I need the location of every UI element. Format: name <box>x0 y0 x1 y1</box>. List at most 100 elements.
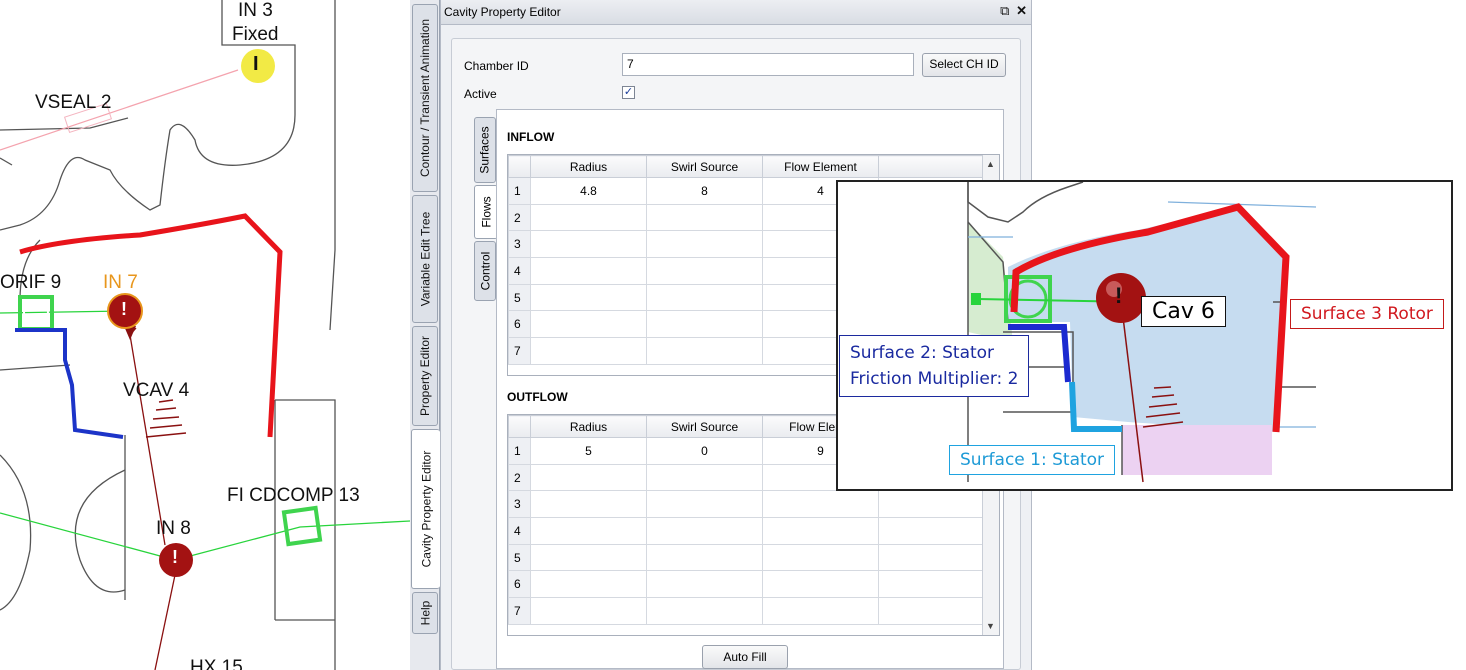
close-icon[interactable]: ✕ <box>1016 3 1027 18</box>
column-header-empty <box>878 155 985 178</box>
table-row: 6 <box>508 570 985 599</box>
restore-icon[interactable]: ⧉ <box>1000 3 1009 18</box>
radius-cell[interactable] <box>530 283 647 312</box>
radius-cell[interactable] <box>530 310 647 339</box>
select-ch-id-button[interactable]: Select CH ID <box>922 53 1006 77</box>
column-header[interactable]: Radius <box>530 155 647 178</box>
side-tab-strip: Contour / Transient Animation Variable E… <box>410 0 440 670</box>
stator2-callout: Surface 2: Stator Friction Multiplier: 2 <box>839 335 1030 397</box>
swirl-source-cell[interactable] <box>646 543 763 572</box>
vcav-label: VCAV 4 <box>123 380 190 401</box>
column-header[interactable]: Flow Element <box>762 155 879 178</box>
swirl-source-cell[interactable] <box>646 337 763 365</box>
stator1-callout: Surface 1: Stator <box>949 445 1116 475</box>
tab-help[interactable]: Help <box>412 592 438 634</box>
radius-cell[interactable] <box>530 203 647 232</box>
extra-cell <box>878 543 985 572</box>
stator2-line2: Friction Multiplier: 2 <box>850 369 1019 389</box>
row-number: 5 <box>508 543 531 572</box>
radius-cell[interactable] <box>530 517 647 545</box>
row-number: 2 <box>508 463 531 492</box>
active-checkbox[interactable]: ✓ <box>622 86 635 99</box>
tab-variable-edit-tree[interactable]: Variable Edit Tree <box>412 195 438 323</box>
in3-label: IN 3 <box>238 0 273 21</box>
swirl-source-cell[interactable] <box>646 203 763 232</box>
row-number: 4 <box>508 257 531 285</box>
swirl-source-cell[interactable] <box>646 230 763 259</box>
extra-cell <box>878 597 985 625</box>
swirl-source-cell[interactable] <box>646 597 763 625</box>
radius-cell[interactable] <box>530 543 647 572</box>
swirl-source-cell[interactable] <box>646 570 763 599</box>
in3-glyph: I <box>253 53 259 75</box>
tab-label: Flows <box>479 196 494 228</box>
column-header[interactable]: Swirl Source <box>646 415 763 438</box>
row-number: 5 <box>508 283 531 312</box>
tab-control[interactable]: Control <box>474 241 496 301</box>
stator-surface <box>15 328 124 439</box>
row-number: 2 <box>508 203 531 232</box>
row-number: 6 <box>508 570 531 599</box>
network-diagram[interactable]: IN 3 Fixed I VSEAL 2 ORIF 9 IN 7 ! VCAV … <box>0 0 410 670</box>
inflow-title: INFLOW <box>507 130 555 144</box>
flow-element-cell[interactable] <box>762 490 879 519</box>
auto-fill-button[interactable]: Auto Fill <box>702 645 788 669</box>
flow-element-cell[interactable] <box>762 570 879 599</box>
tab-surfaces[interactable]: Surfaces <box>474 117 496 183</box>
swirl-source-cell[interactable] <box>646 463 763 492</box>
swirl-source-cell[interactable]: 8 <box>646 177 763 205</box>
tab-property-editor[interactable]: Property Editor <box>412 326 438 426</box>
row-number: 7 <box>508 337 531 365</box>
in8-label: IN 8 <box>156 518 191 539</box>
workspace: IN 3 Fixed I VSEAL 2 ORIF 9 IN 7 ! VCAV … <box>0 0 1466 670</box>
swirl-source-cell[interactable]: 0 <box>646 437 763 465</box>
tab-label: Surfaces <box>478 126 493 174</box>
flow-element-cell[interactable] <box>762 543 879 572</box>
radius-cell[interactable] <box>530 597 647 625</box>
scroll-up-icon[interactable]: ▲ <box>986 159 995 169</box>
table-row: 5 <box>508 543 985 572</box>
scroll-down-icon[interactable]: ▼ <box>986 621 995 631</box>
swirl-source-cell[interactable] <box>646 257 763 285</box>
swirl-source-cell[interactable] <box>646 490 763 519</box>
column-header[interactable]: Swirl Source <box>646 155 763 178</box>
stator2-line1: Surface 2: Stator <box>850 343 995 363</box>
chamber-id-label: Chamber ID <box>464 59 529 73</box>
row-number: 6 <box>508 310 531 339</box>
panel-title: Cavity Property Editor <box>444 5 561 19</box>
extra-cell <box>878 570 985 599</box>
radius-cell[interactable] <box>530 230 647 259</box>
radius-cell[interactable] <box>530 257 647 285</box>
panel-titlebar: Cavity Property Editor ⧉ ✕ <box>441 0 1031 25</box>
radius-cell[interactable] <box>530 490 647 519</box>
tab-cavity-property-editor[interactable]: Cavity Property Editor <box>411 429 440 589</box>
fi-label: FI CDCOMP 13 <box>227 485 360 506</box>
tab-contour-transient-animation[interactable]: Contour / Transient Animation <box>412 4 438 192</box>
row-number: 4 <box>508 517 531 545</box>
in8-glyph: ! <box>172 547 178 567</box>
radius-cell[interactable]: 5 <box>530 437 647 465</box>
in7-glyph: ! <box>121 299 127 319</box>
radius-cell[interactable] <box>530 570 647 599</box>
tab-flows[interactable]: Flows <box>474 185 498 239</box>
flow-element-cell[interactable] <box>762 597 879 625</box>
swirl-source-cell[interactable] <box>646 283 763 312</box>
chamber-id-field[interactable]: 7 <box>622 53 914 76</box>
active-label: Active <box>464 87 497 101</box>
column-header[interactable]: Radius <box>530 415 647 438</box>
table-row: 3 <box>508 490 985 519</box>
table-row: 4 <box>508 517 985 545</box>
cav-node-glyph: ! <box>1115 283 1123 308</box>
vcav-element[interactable] <box>145 399 187 438</box>
outflow-title: OUTFLOW <box>507 390 568 404</box>
tab-label: Variable Edit Tree <box>418 211 432 307</box>
rotor-surface <box>19 213 283 438</box>
radius-cell[interactable]: 4.8 <box>530 177 647 205</box>
row-header-corner <box>508 155 531 178</box>
radius-cell[interactable] <box>530 337 647 365</box>
hx-label: HX 15 <box>190 657 243 670</box>
swirl-source-cell[interactable] <box>646 310 763 339</box>
radius-cell[interactable] <box>530 463 647 492</box>
flow-element-cell[interactable] <box>762 517 879 545</box>
swirl-source-cell[interactable] <box>646 517 763 545</box>
